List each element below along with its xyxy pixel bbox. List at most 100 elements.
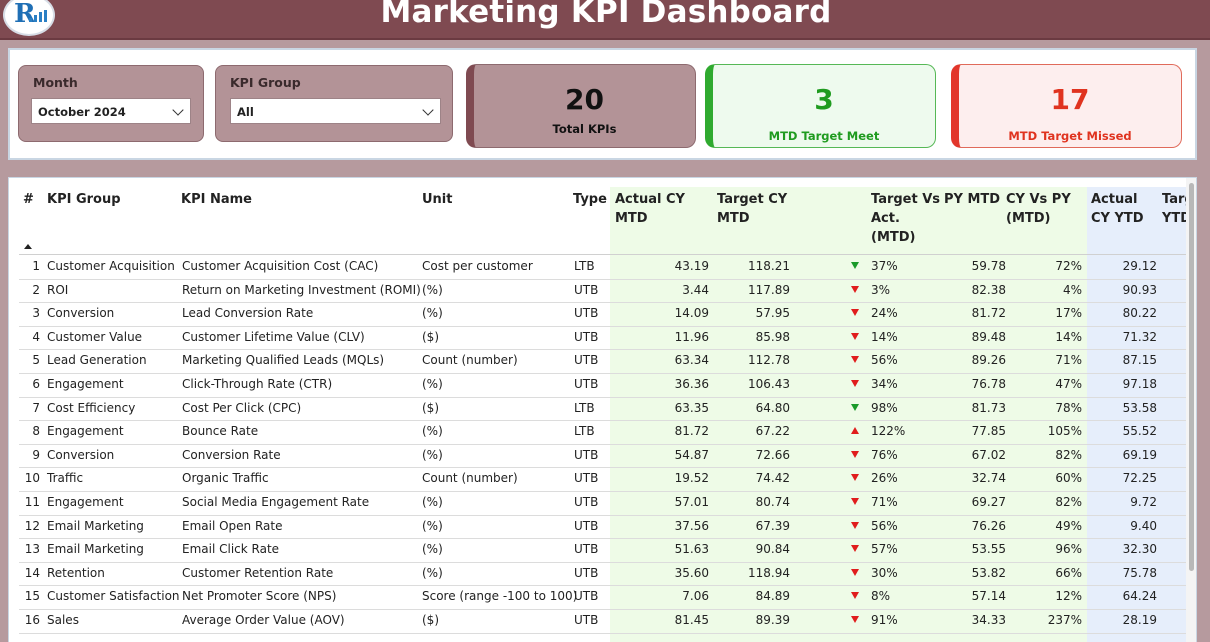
- cell-py-mtd: 34.33: [971, 613, 1006, 627]
- table-row[interactable]: 2 ROI Return on Marketing Investment (ROMI…: [19, 280, 1187, 304]
- cell-actual-cy-ytd: 75.78: [1122, 565, 1157, 580]
- col-header-unit[interactable]: Unit: [422, 190, 452, 209]
- table-row[interactable]: 6 Engagement Click-Through Rate (CTR) (%) U…: [19, 374, 1187, 398]
- cell-num: 4: [32, 329, 40, 344]
- table-row[interactable]: 5 Lead Generation Marketing Qualified Lead…: [19, 350, 1187, 374]
- cell-cy-vs-py: 47%: [1055, 377, 1082, 391]
- table-row[interactable]: 15 Customer Satisfaction Net Promoter Scor…: [19, 586, 1187, 610]
- cell-py-mtd: 81.72: [971, 306, 1006, 321]
- col-header-line: Target Vs: [871, 192, 941, 207]
- cell-actual-cy-mtd: 14.09: [674, 306, 709, 321]
- table-row[interactable]: 9 Conversion Conversion Rate (%) UTB 54.87 72.…: [19, 445, 1187, 469]
- col-header-kpi-group[interactable]: KPI Group: [47, 190, 121, 209]
- col-header-line: CY YTD: [1091, 211, 1144, 226]
- col-header-target-vs-act-mtd[interactable]: Target Vs Act. (MTD): [871, 190, 940, 247]
- col-header-type[interactable]: Type: [573, 190, 607, 209]
- cell-kpi-group: Conversion: [47, 306, 115, 321]
- sort-ascending-icon[interactable]: [24, 244, 32, 249]
- table-row[interactable]: 8 Engagement Bounce Rate (%) LTB 81.72 67.22 12…: [19, 421, 1187, 445]
- trend-down-icon: [851, 568, 859, 576]
- cell-actual-cy-mtd: 81.72: [674, 424, 709, 439]
- table-row[interactable]: 14 Retention Customer Retention Rate (%) UT…: [19, 563, 1187, 587]
- cell-actual-cy-mtd: 81.45: [674, 613, 709, 627]
- col-header-target-cy-mtd[interactable]: Target CY MTD: [717, 190, 787, 228]
- table-row[interactable]: 12 Email Marketing Email Open Rate (%) UTB 3…: [19, 516, 1187, 540]
- table-row[interactable]: 1 Customer Acquisition Customer Acquisitio…: [19, 256, 1187, 280]
- cell-type: LTB: [574, 259, 595, 273]
- kpi-group-dropdown[interactable]: All: [230, 98, 441, 124]
- col-header-actual-cy-ytd[interactable]: Actual CY YTD: [1091, 190, 1144, 228]
- table-row[interactable]: 10 Traffic Organic Traffic Count (number) UT…: [19, 468, 1187, 492]
- cell-num: 8: [32, 424, 40, 439]
- cell-num: 10: [24, 471, 40, 486]
- cell-unit: (%): [422, 306, 443, 321]
- cell-num: 13: [24, 542, 40, 557]
- cell-actual-cy-mtd: 54.87: [674, 447, 709, 462]
- cell-actual-cy-ytd: 72.25: [1122, 471, 1157, 486]
- trend-down-icon: [851, 403, 859, 411]
- chevron-down-icon[interactable]: [422, 104, 434, 116]
- chevron-down-icon[interactable]: [172, 104, 184, 116]
- cell-unit: (%): [422, 377, 443, 391]
- cell-kpi-name: Return on Marketing Investment (ROMI): [182, 282, 421, 297]
- col-header-py-mtd[interactable]: PY MTD: [944, 190, 1000, 209]
- cell-actual-cy-mtd: 7.06: [682, 589, 709, 604]
- col-header-line: MTD: [717, 211, 750, 226]
- cell-actual-cy-mtd: 63.35: [674, 400, 709, 415]
- cell-py-mtd: 89.26: [971, 353, 1006, 368]
- cell-py-mtd: 67.02: [971, 447, 1006, 462]
- table-row[interactable]: 11 Engagement Social Media Engagement Rate…: [19, 492, 1187, 516]
- cell-py-mtd: 77.85: [971, 424, 1006, 439]
- trend-down-icon: [851, 450, 859, 458]
- scrollbar-thumb[interactable]: [1189, 183, 1194, 571]
- kpi-group-slicer: KPI Group All: [215, 65, 453, 142]
- table-row[interactable]: 4 Customer Value Customer Lifetime Value (…: [19, 327, 1187, 351]
- cell-actual-cy-ytd: 28.19: [1122, 613, 1157, 627]
- cell-num: 5: [32, 353, 40, 368]
- col-header-line: (MTD): [871, 230, 916, 245]
- col-header-line: (MTD): [1006, 211, 1051, 226]
- cell-target-vs-act: 37%: [871, 259, 898, 273]
- cell-target-cy-mtd: 90.84: [755, 542, 790, 557]
- table-row[interactable]: 7 Cost Efficiency Cost Per Click (CPC) ($)…: [19, 398, 1187, 422]
- mtd-target-missed-value: 17: [1050, 83, 1090, 116]
- col-header-actual-cy-mtd[interactable]: Actual CY MTD: [615, 190, 685, 228]
- cell-num: 2: [32, 282, 40, 297]
- table-row[interactable]: 3 Conversion Lead Conversion Rate (%) UTB 14…: [19, 303, 1187, 327]
- mtd-target-missed-label: MTD Target Missed: [1008, 129, 1132, 143]
- cell-kpi-name: Email Open Rate: [182, 518, 283, 533]
- cell-target-vs-act: 76%: [871, 447, 898, 462]
- cell-kpi-name: Customer Acquisition Cost (CAC): [182, 259, 379, 273]
- cell-cy-vs-py: 82%: [1055, 447, 1082, 462]
- cell-actual-cy-ytd: 55.52: [1122, 424, 1157, 439]
- cell-target-vs-act: 30%: [871, 565, 898, 580]
- cell-unit: (%): [422, 495, 443, 509]
- col-header-kpi-name[interactable]: KPI Name: [181, 190, 252, 209]
- cell-target-vs-act: 91%: [871, 613, 898, 627]
- cell-cy-vs-py: 17%: [1055, 306, 1082, 321]
- kpi-group-value: All: [237, 105, 254, 119]
- cell-unit: Count (number): [422, 353, 518, 368]
- vertical-scrollbar[interactable]: [1186, 178, 1196, 642]
- cell-kpi-group: Customer Satisfaction: [47, 589, 180, 604]
- cell-target-vs-act: 34%: [871, 377, 898, 391]
- cell-actual-cy-mtd: 11.96: [674, 329, 709, 344]
- cell-type: UTB: [574, 447, 599, 462]
- cell-py-mtd: 32.74: [971, 471, 1006, 486]
- total-kpis-value: 20: [565, 83, 604, 116]
- cell-unit: (%): [422, 447, 443, 462]
- cell-num: 1: [32, 259, 40, 273]
- cell-unit: Score (range -100 to 100): [422, 589, 578, 604]
- cell-cy-vs-py: 237%: [1047, 613, 1082, 627]
- col-header-num[interactable]: #: [23, 190, 34, 209]
- cell-type: LTB: [574, 400, 595, 415]
- cell-kpi-group: Email Marketing: [47, 518, 144, 533]
- month-dropdown[interactable]: October 2024: [31, 98, 191, 124]
- cell-cy-vs-py: 12%: [1055, 589, 1082, 604]
- col-header-cy-vs-py-mtd[interactable]: CY Vs PY (MTD): [1006, 190, 1071, 228]
- mtd-target-missed-card: 17 MTD Target Missed: [951, 64, 1182, 148]
- table-row[interactable]: 13 Email Marketing Email Click Rate (%) UTB…: [19, 539, 1187, 563]
- month-label: Month: [33, 75, 78, 90]
- table-row[interactable]: 16 Sales Average Order Value (AOV) ($) UTB 8…: [19, 610, 1187, 634]
- cell-unit: ($): [422, 613, 439, 627]
